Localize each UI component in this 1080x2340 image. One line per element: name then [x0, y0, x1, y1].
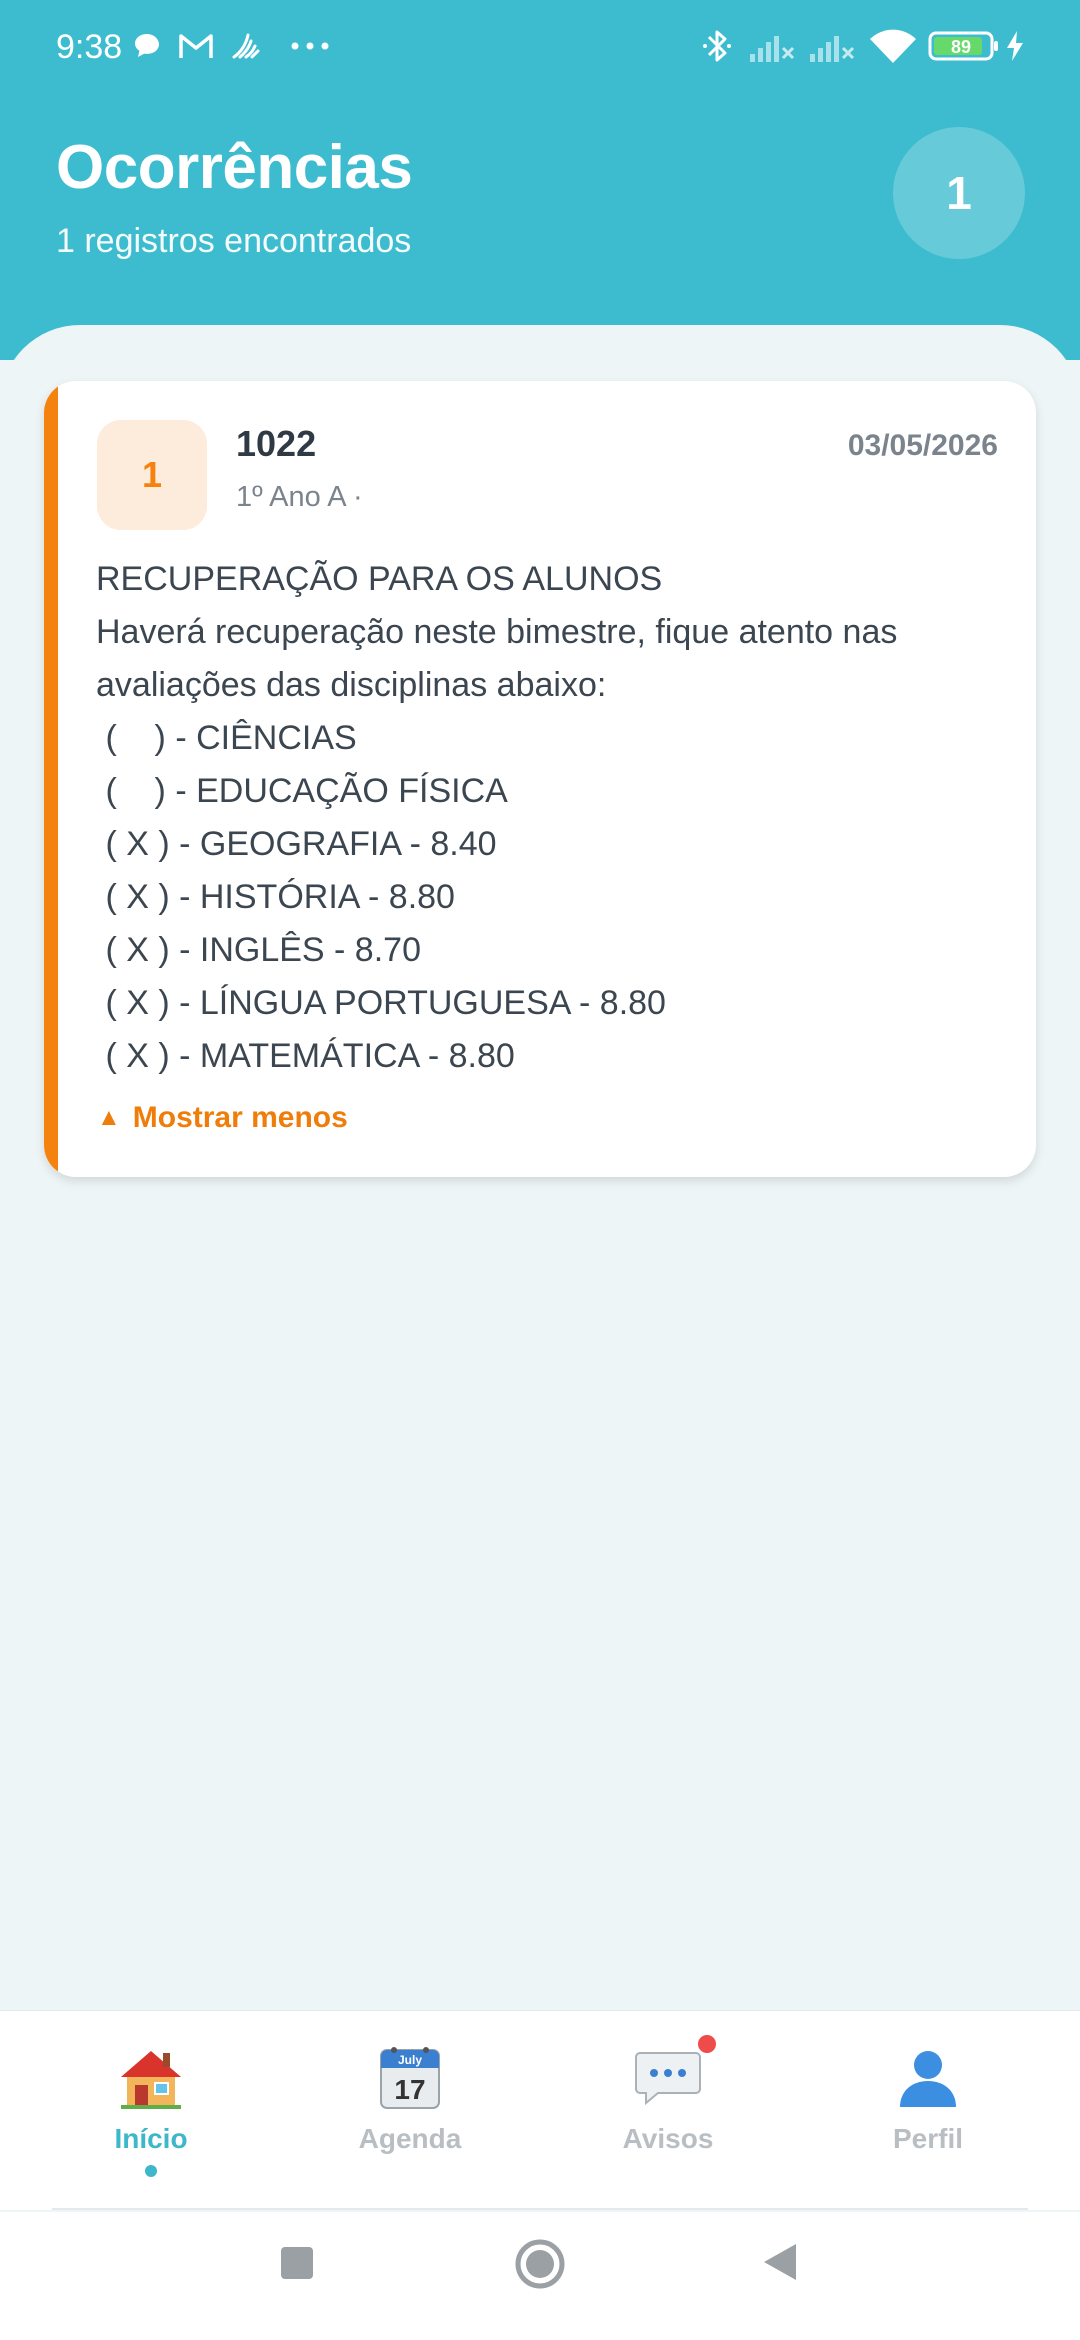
wifi-icon	[868, 26, 918, 66]
subject-item: ( ) - CIÊNCIAS	[96, 719, 357, 757]
subject-item: ( X ) - MATEMÁTICA - 8.80	[96, 1037, 515, 1075]
nav-label: Agenda	[358, 2123, 462, 2154]
nav-tab-inicio[interactable]: Início	[61, 2041, 241, 2177]
card-number-badge: 1	[97, 420, 207, 530]
gmail-icon	[178, 26, 214, 66]
calendar-month: July	[398, 2053, 422, 2067]
subject-item: ( X ) - GEOGRAFIA - 8.40	[96, 825, 497, 863]
system-navigation-bar	[0, 2212, 1080, 2340]
bottom-navigation: Início July 17 Agenda Avisos Perfil	[0, 2010, 1080, 2210]
nav-tab-perfil[interactable]: Perfil	[838, 2041, 1018, 2155]
card-class-info: 1º Ano A ·	[236, 481, 363, 513]
back-button[interactable]	[762, 2242, 798, 2287]
nav-tab-agenda[interactable]: July 17 Agenda	[320, 2041, 500, 2155]
battery-icon: 89	[928, 26, 1000, 66]
status-bar: 9:38 89	[0, 0, 1080, 96]
status-time: 9:38	[56, 28, 123, 66]
card-accent-bar	[44, 381, 58, 1177]
card-body-intro: Haverá recuperação neste bimestre, fique…	[96, 613, 898, 704]
nav-label: Início	[114, 2123, 188, 2154]
card-body: RECUPERAÇÃO PARA OS ALUNOS Haverá recupe…	[96, 553, 1016, 1083]
signal-off-icon-2	[808, 26, 856, 66]
person-icon	[838, 2041, 1018, 2113]
show-less-button[interactable]: ▲ Mostrar menos	[97, 1101, 348, 1135]
house-icon	[61, 2041, 241, 2113]
subject-item: ( ) - EDUCAÇÃO FÍSICA	[96, 772, 508, 810]
notification-dot	[698, 2035, 716, 2053]
more-dots-icon	[290, 26, 330, 66]
speech-bubble-icon	[578, 2035, 758, 2113]
nav-label: Avisos	[622, 2123, 714, 2154]
active-indicator	[145, 2165, 157, 2177]
battery-level: 89	[951, 37, 971, 57]
occurrence-card[interactable]: 1 1022 1º Ano A · 03/05/2026 RECUPERAÇÃO…	[44, 381, 1036, 1177]
charging-icon	[1004, 26, 1026, 66]
bluetooth-icon	[700, 26, 734, 66]
home-button[interactable]	[514, 2238, 566, 2295]
card-id: 1022	[236, 423, 317, 464]
count-badge: 1	[893, 127, 1025, 259]
card-date: 03/05/2026	[847, 429, 998, 462]
header: 9:38 89 Ocorrências 1 registros encontra…	[0, 0, 1080, 360]
subject-item: ( X ) - LÍNGUA PORTUGUESA - 8.80	[96, 984, 666, 1022]
calendar-icon: July 17	[320, 2041, 500, 2113]
page-title: Ocorrências	[56, 133, 413, 202]
records-count-text: 1 registros encontrados	[56, 222, 412, 260]
nav-divider	[52, 2208, 1028, 2210]
calendar-day: 17	[394, 2074, 425, 2105]
chat-bubble-icon	[130, 26, 164, 66]
subject-item: ( X ) - HISTÓRIA - 8.80	[96, 878, 455, 916]
screen: 9:38 89 Ocorrências 1 registros encontra…	[0, 0, 1080, 2340]
signal-off-icon	[748, 26, 796, 66]
card-body-title: RECUPERAÇÃO PARA OS ALUNOS	[96, 560, 663, 598]
signal-app-icon	[230, 26, 262, 66]
nav-tab-avisos[interactable]: Avisos	[578, 2035, 758, 2155]
triangle-up-icon: ▲	[97, 1104, 121, 1131]
recent-apps-button[interactable]	[280, 2246, 314, 2285]
nav-label: Perfil	[892, 2123, 964, 2154]
subject-item: ( X ) - INGLÊS - 8.70	[96, 931, 421, 969]
show-less-label: Mostrar menos	[132, 1101, 348, 1134]
